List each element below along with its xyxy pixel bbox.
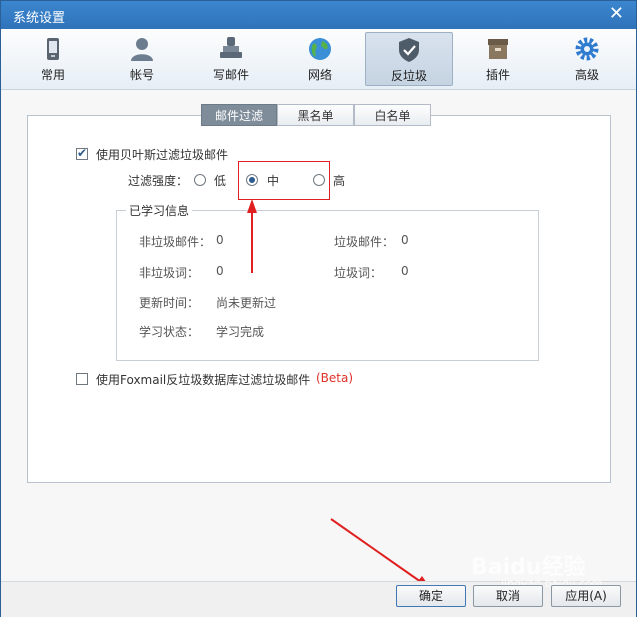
- title-bar: 系统设置 ✕: [1, 1, 636, 29]
- tab-label: 写邮件: [212, 68, 249, 82]
- subtab-blacklist[interactable]: 黑名单: [277, 104, 354, 126]
- settings-window: 系统设置 ✕ 常用 帐号 写邮件 网络 反垃圾 插件 高级 邮件过滤 黑名单 白…: [0, 0, 637, 617]
- tab-label: 网络: [307, 68, 332, 82]
- spam-mail-value: 0: [401, 233, 409, 247]
- subtab-whitelist[interactable]: 白名单: [354, 104, 431, 126]
- spam-word-value: 0: [401, 264, 409, 278]
- update-time-value: 尚未更新过: [216, 296, 277, 310]
- tab-anti-spam[interactable]: 反垃圾: [365, 32, 453, 86]
- shield-icon: [399, 38, 419, 62]
- non-spam-mail-value: 0: [216, 233, 224, 247]
- close-icon[interactable]: ✕: [609, 5, 624, 23]
- beta-badge: (Beta): [316, 371, 354, 385]
- phone-icon: [47, 38, 59, 60]
- foxmail-db-checkbox[interactable]: [76, 373, 88, 385]
- globe-icon: [309, 38, 331, 60]
- strength-high-label: 高: [333, 174, 346, 188]
- strength-low-radio[interactable]: [194, 174, 206, 186]
- tab-label: 高级: [574, 68, 599, 82]
- non-spam-mail-label: 非垃圾邮件：: [139, 235, 212, 249]
- non-spam-word-value: 0: [216, 264, 224, 278]
- cancel-button[interactable]: 取消: [473, 585, 543, 607]
- checkmark-icon: ✔: [77, 146, 88, 160]
- tab-label: 反垃圾: [390, 69, 427, 83]
- ok-button[interactable]: 确定: [396, 585, 466, 607]
- gear-icon: [575, 37, 599, 61]
- foxmail-db-label: 使用Foxmail反垃圾数据库过滤垃圾邮件: [96, 373, 311, 387]
- tab-label: 插件: [485, 68, 510, 82]
- bayes-filter-checkbox[interactable]: ✔: [76, 146, 88, 160]
- tab-plugins[interactable]: 插件: [454, 32, 542, 86]
- apply-button[interactable]: 应用(A): [551, 585, 621, 607]
- tab-general[interactable]: 常用: [9, 32, 97, 86]
- tab-account[interactable]: 帐号: [98, 32, 186, 86]
- annotation-arrow-diagonal: [330, 518, 422, 583]
- learning-status-value: 学习完成: [216, 325, 265, 339]
- user-icon: [131, 38, 153, 61]
- category-toolbar: 常用 帐号 写邮件 网络 反垃圾 插件 高级: [1, 29, 636, 90]
- box-icon: [488, 39, 508, 59]
- watermark: Baidu经验 jingyan.baidu.com: [471, 549, 603, 590]
- tab-label: 帐号: [129, 68, 154, 82]
- update-time-label: 更新时间：: [139, 296, 200, 310]
- bayes-filter-label: 使用贝叶斯过滤垃圾邮件: [96, 148, 229, 162]
- spam-word-label: 垃圾词：: [334, 266, 383, 280]
- strength-low-label: 低: [214, 174, 227, 188]
- spam-mail-label: 垃圾邮件：: [334, 235, 395, 249]
- stamp-icon: [220, 37, 242, 58]
- non-spam-word-label: 非垃圾词：: [139, 266, 200, 280]
- window-title: 系统设置: [13, 11, 66, 26]
- subtab-mail-filter[interactable]: 邮件过滤: [201, 104, 277, 126]
- learning-status-label: 学习状态：: [139, 325, 200, 339]
- tab-label: 常用: [40, 68, 65, 82]
- tab-network[interactable]: 网络: [276, 32, 364, 86]
- filter-strength-label: 过滤强度：: [128, 174, 189, 188]
- annotation-highlight-box: [238, 161, 330, 200]
- learned-info-title: 已学习信息: [126, 202, 193, 219]
- tab-advanced[interactable]: 高级: [543, 32, 631, 86]
- tab-compose[interactable]: 写邮件: [187, 32, 275, 86]
